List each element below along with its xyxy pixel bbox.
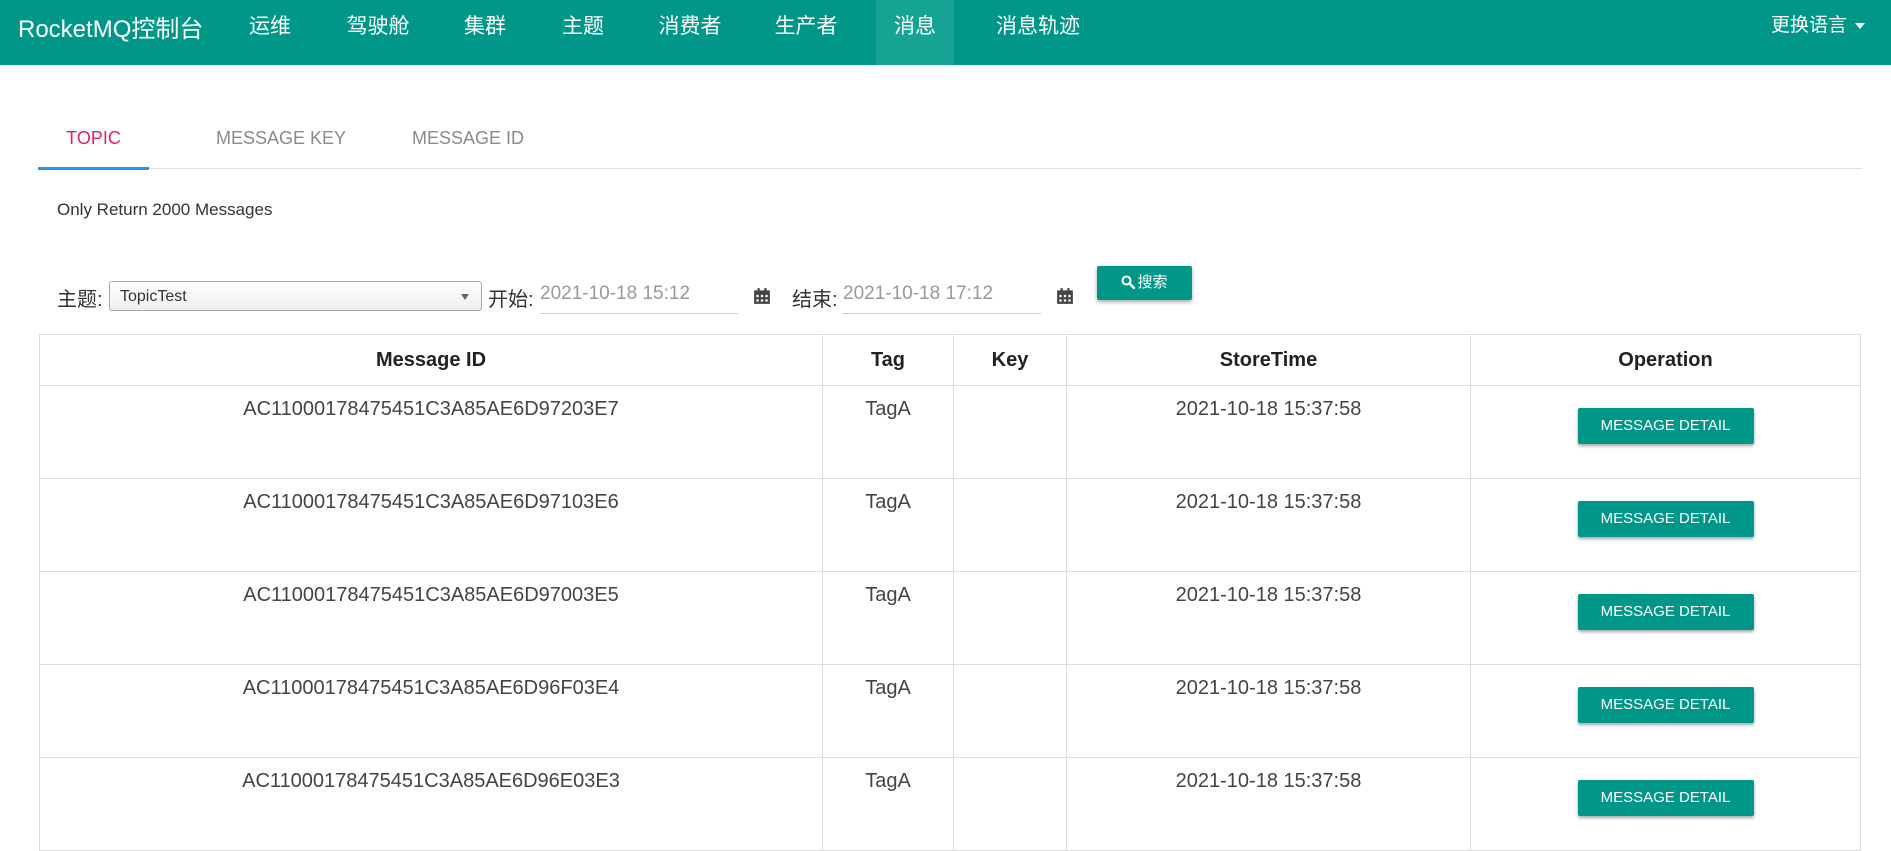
table-row: AC11000178475451C3A85AE6D97103E6 TagA 20… bbox=[39, 478, 1861, 572]
cell-tag: TagA bbox=[822, 571, 954, 665]
cell-tag: TagA bbox=[822, 664, 954, 758]
nav-item-dashboard[interactable]: 驾驶舱 bbox=[338, 0, 418, 65]
app-brand[interactable]: RocketMQ控制台 bbox=[18, 9, 203, 44]
language-dropdown[interactable]: 更换语言 bbox=[1771, 10, 1865, 37]
message-query-tabs: TOPIC MESSAGE KEY MESSAGE ID bbox=[38, 108, 1862, 170]
active-tab-indicator bbox=[38, 167, 149, 170]
table-row: AC11000178475451C3A85AE6D97203E7 TagA 20… bbox=[39, 385, 1861, 479]
cell-store-time: 2021-10-18 15:37:58 bbox=[1066, 571, 1471, 665]
start-time-label: 开始: bbox=[488, 289, 534, 311]
cell-key bbox=[953, 757, 1067, 851]
cell-store-time: 2021-10-18 15:37:58 bbox=[1066, 664, 1471, 758]
table-row: AC11000178475451C3A85AE6D97003E5 TagA 20… bbox=[39, 571, 1861, 665]
cell-store-time: 2021-10-18 15:37:58 bbox=[1066, 757, 1471, 851]
cell-message-id: AC11000178475451C3A85AE6D97203E7 bbox=[39, 385, 823, 479]
nav-item-producer[interactable]: 生产者 bbox=[766, 0, 846, 65]
tab-topic[interactable]: TOPIC bbox=[38, 108, 149, 168]
calendar-icon[interactable] bbox=[753, 287, 771, 305]
result-limit-notice: Only Return 2000 Messages bbox=[57, 200, 273, 219]
language-label: 更换语言 bbox=[1770, 15, 1847, 36]
cell-operation: MESSAGE DETAIL bbox=[1470, 757, 1861, 851]
cell-store-time: 2021-10-18 15:37:58 bbox=[1066, 385, 1471, 479]
tab-message-id[interactable]: MESSAGE ID bbox=[368, 108, 568, 168]
topic-select-value: TopicTest bbox=[120, 288, 187, 305]
message-detail-button[interactable]: MESSAGE DETAIL bbox=[1577, 687, 1754, 723]
topic-label: 主题: bbox=[57, 289, 103, 311]
header-message-id: Message ID bbox=[39, 334, 823, 386]
search-button[interactable]: 搜索 bbox=[1097, 266, 1192, 300]
cell-operation: MESSAGE DETAIL bbox=[1470, 478, 1861, 572]
table-row: AC11000178475451C3A85AE6D96F03E4 TagA 20… bbox=[39, 664, 1861, 758]
end-time-label: 结束: bbox=[792, 289, 838, 311]
cell-key bbox=[953, 664, 1067, 758]
cell-message-id: AC11000178475451C3A85AE6D96E03E3 bbox=[39, 757, 823, 851]
cell-tag: TagA bbox=[822, 757, 954, 851]
message-detail-button[interactable]: MESSAGE DETAIL bbox=[1577, 594, 1754, 630]
header-tag: Tag bbox=[822, 334, 954, 386]
nav-item-consumer[interactable]: 消费者 bbox=[650, 0, 730, 65]
tab-message-key[interactable]: MESSAGE KEY bbox=[174, 108, 388, 168]
cell-tag: TagA bbox=[822, 385, 954, 479]
header-store-time: StoreTime bbox=[1066, 334, 1471, 386]
message-detail-button[interactable]: MESSAGE DETAIL bbox=[1577, 501, 1754, 537]
calendar-icon[interactable] bbox=[1056, 287, 1074, 305]
cell-tag: TagA bbox=[822, 478, 954, 572]
cell-operation: MESSAGE DETAIL bbox=[1470, 385, 1861, 479]
table-row: AC11000178475451C3A85AE6D96E03E3 TagA 20… bbox=[39, 757, 1861, 851]
message-table: Message ID Tag Key StoreTime Operation A… bbox=[39, 334, 1861, 851]
nav-item-message[interactable]: 消息 bbox=[876, 0, 954, 65]
message-detail-button[interactable]: MESSAGE DETAIL bbox=[1577, 408, 1754, 444]
nav-item-ops[interactable]: 运维 bbox=[234, 0, 306, 65]
top-navbar: RocketMQ控制台 运维 驾驶舱 集群 主题 消费者 生产者 消息 消息轨迹… bbox=[0, 0, 1891, 65]
end-time-input[interactable] bbox=[843, 275, 1041, 314]
cell-key bbox=[953, 571, 1067, 665]
cell-store-time: 2021-10-18 15:37:58 bbox=[1066, 478, 1471, 572]
cell-message-id: AC11000178475451C3A85AE6D97103E6 bbox=[39, 478, 823, 572]
search-icon bbox=[1121, 275, 1136, 290]
start-time-input[interactable] bbox=[540, 275, 738, 314]
nav-item-message-trace[interactable]: 消息轨迹 bbox=[988, 0, 1088, 65]
search-button-label: 搜索 bbox=[1137, 274, 1168, 291]
topic-select[interactable]: TopicTest bbox=[109, 281, 482, 311]
cell-message-id: AC11000178475451C3A85AE6D96F03E4 bbox=[39, 664, 823, 758]
table-header-row: Message ID Tag Key StoreTime Operation bbox=[39, 334, 1861, 386]
message-detail-button[interactable]: MESSAGE DETAIL bbox=[1577, 780, 1754, 816]
cell-message-id: AC11000178475451C3A85AE6D97003E5 bbox=[39, 571, 823, 665]
chevron-down-icon bbox=[1855, 22, 1865, 29]
cell-operation: MESSAGE DETAIL bbox=[1470, 571, 1861, 665]
header-key: Key bbox=[953, 334, 1067, 386]
dropdown-arrow-icon bbox=[461, 294, 469, 300]
header-operation: Operation bbox=[1470, 334, 1861, 386]
cell-operation: MESSAGE DETAIL bbox=[1470, 664, 1861, 758]
cell-key bbox=[953, 478, 1067, 572]
nav-item-cluster[interactable]: 集群 bbox=[452, 0, 518, 65]
nav-item-topic[interactable]: 主题 bbox=[550, 0, 616, 65]
cell-key bbox=[953, 385, 1067, 479]
